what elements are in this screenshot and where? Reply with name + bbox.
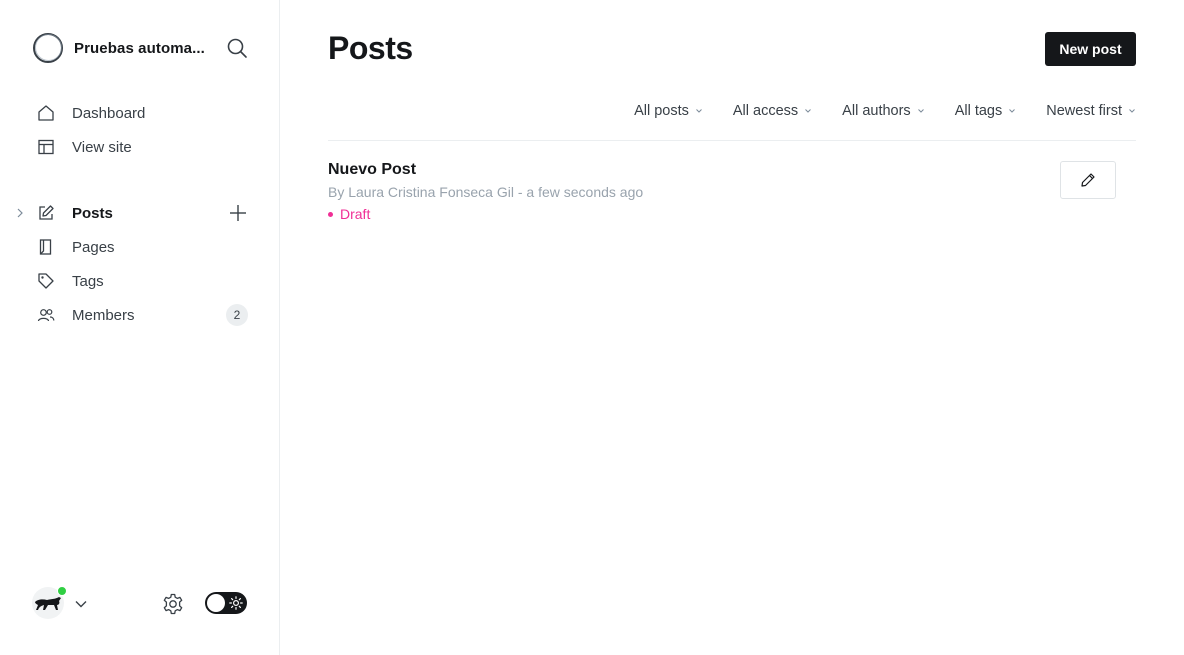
user-avatar-button[interactable] <box>32 586 67 619</box>
primary-nav: Dashboard View site <box>36 96 250 164</box>
sidebar-item-label: Members <box>72 306 135 324</box>
filter-post-type[interactable]: All posts <box>634 103 703 119</box>
home-icon <box>36 103 56 123</box>
sidebar-item-view-site[interactable]: View site <box>36 130 250 164</box>
site-brand[interactable]: Pruebas automa... <box>32 32 248 64</box>
sidebar-item-tags[interactable]: Tags <box>36 264 250 298</box>
list-item[interactable]: Nuevo Post By Laura Cristina Fonseca Gil… <box>328 160 1136 232</box>
filter-access[interactable]: All access <box>733 103 812 119</box>
chevron-down-icon[interactable] <box>74 597 88 611</box>
plus-icon[interactable] <box>228 203 248 223</box>
sidebar-item-label: Dashboard <box>72 104 146 122</box>
filter-label: All access <box>732 103 799 119</box>
new-post-button[interactable]: New post <box>1045 32 1136 66</box>
filter-label: Newest first <box>1046 103 1122 119</box>
content-nav: Posts Pages Tags Members 2 <box>17 196 250 332</box>
toggle-knob <box>207 594 225 612</box>
page-icon <box>36 237 56 257</box>
sun-icon <box>229 596 243 610</box>
filter-label: All tags <box>954 103 1003 119</box>
pencil-square-icon <box>36 203 56 223</box>
search-icon[interactable] <box>226 37 248 59</box>
gear-icon[interactable] <box>161 592 185 616</box>
sidebar-item-label: Tags <box>72 272 104 290</box>
chevron-down-icon <box>1129 109 1135 113</box>
post-meta: By Laura Cristina Fonseca Gil - a few se… <box>328 184 644 200</box>
status-badge: Draft <box>328 206 370 222</box>
site-logo-icon <box>33 33 63 63</box>
edit-post-button[interactable] <box>1060 161 1116 199</box>
panther-avatar-icon <box>35 597 61 610</box>
sidebar-item-label: Posts <box>72 204 113 222</box>
layout-icon <box>36 137 56 157</box>
chevron-down-icon <box>1009 109 1016 113</box>
filter-sort-order[interactable]: Newest first <box>1046 103 1136 119</box>
filter-tags[interactable]: All tags <box>955 103 1017 119</box>
chevron-down-icon <box>917 109 924 113</box>
sidebar-footer <box>32 586 248 619</box>
members-icon <box>36 305 56 325</box>
filter-label: All posts <box>634 103 689 119</box>
post-title[interactable]: Nuevo Post <box>328 161 416 179</box>
sidebar-item-pages[interactable]: Pages <box>36 230 250 264</box>
chevron-down-icon <box>805 109 812 113</box>
chevron-down-icon <box>696 109 702 113</box>
pencil-icon <box>1081 173 1095 187</box>
status-label: Draft <box>340 206 371 222</box>
theme-toggle[interactable] <box>205 592 247 614</box>
page-title: Posts <box>328 30 413 66</box>
sidebar-item-dashboard[interactable]: Dashboard <box>36 96 250 130</box>
post-filters: All posts All access All authors All tag… <box>634 100 1136 122</box>
main-content: Posts New post All posts All access All … <box>280 0 1184 655</box>
sidebar-item-posts[interactable]: Posts <box>17 196 250 230</box>
sidebar-item-members[interactable]: Members 2 <box>36 298 250 332</box>
online-status-dot <box>57 586 67 596</box>
site-title: Pruebas automa... <box>74 39 205 57</box>
status-dot <box>328 211 333 217</box>
chevron-right-icon[interactable] <box>14 206 26 220</box>
members-count-badge: 2 <box>226 304 248 326</box>
tag-icon <box>36 271 56 291</box>
filter-label: All authors <box>842 103 911 119</box>
filter-authors[interactable]: All authors <box>842 103 925 119</box>
sidebar: Pruebas automa... Dashboard View site Po… <box>0 0 280 655</box>
list-divider <box>328 140 1136 141</box>
sidebar-item-label: Pages <box>72 238 115 256</box>
sidebar-item-label: View site <box>72 138 132 156</box>
